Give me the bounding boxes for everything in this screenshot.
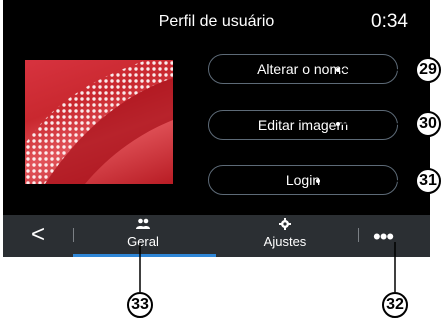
gear-icon <box>240 218 330 234</box>
bottom-tab-bar: < Geral Ajustes ••• <box>3 215 430 257</box>
profile-image-pattern <box>25 60 173 184</box>
tab-ajustes[interactable]: Ajustes <box>240 218 330 249</box>
edit-image-button[interactable]: Editar imagem <box>208 110 398 140</box>
people-icon <box>98 218 188 234</box>
tab-ajustes-label: Ajustes <box>263 234 307 249</box>
login-button[interactable]: Login <box>208 165 398 195</box>
page-title: Perfil de usuário <box>158 13 275 30</box>
infotainment-screen: Perfil de usuário 0:34 Alterar o nome Ed… <box>3 0 430 257</box>
divider <box>73 228 74 242</box>
callout-32: 32 <box>382 292 408 318</box>
back-button[interactable]: < <box>31 221 45 249</box>
callout-31: 31 <box>415 168 441 194</box>
profile-image <box>25 60 173 184</box>
callout-30: 30 <box>415 111 441 137</box>
active-tab-indicator <box>73 254 216 257</box>
tab-geral-label: Geral <box>127 234 159 249</box>
clock: 0:34 <box>371 11 408 32</box>
callout-29: 29 <box>415 57 441 83</box>
callout-33: 33 <box>127 292 153 318</box>
tab-geral[interactable]: Geral <box>98 218 188 249</box>
divider <box>358 228 359 242</box>
more-options-button[interactable]: ••• <box>373 224 394 250</box>
rename-button[interactable]: Alterar o nome <box>208 54 398 84</box>
